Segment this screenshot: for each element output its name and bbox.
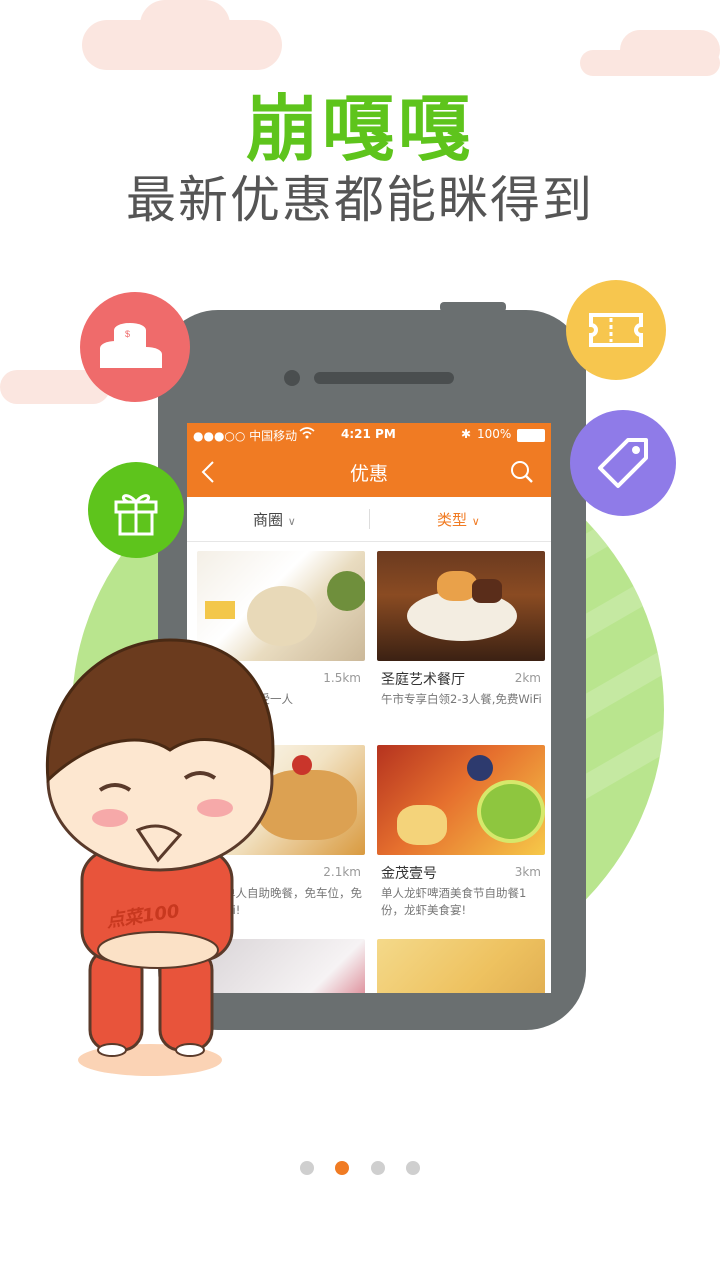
deal-photo: [377, 551, 545, 661]
deal-description: 午市专享白领2-3人餐,免费WiFi: [381, 692, 542, 706]
deal-distance: 3km: [514, 865, 541, 879]
svg-text:$: $: [125, 329, 130, 339]
search-icon[interactable]: [509, 459, 535, 485]
chevron-down-icon: ∨: [471, 515, 480, 528]
deal-name: 圣庭艺术餐厅: [381, 672, 465, 688]
page-title: 优惠: [349, 463, 388, 485]
deal-distance: 2.1km: [323, 865, 361, 879]
deal-photo: [377, 939, 545, 993]
page-dot[interactable]: [405, 1161, 420, 1175]
filter-type-label: 类型: [437, 511, 468, 529]
deal-card[interactable]: 圣庭艺术餐厅 2km 午市专享白领2-3人餐,免费WiFi: [377, 551, 545, 737]
deal-card[interactable]: [377, 939, 545, 993]
phone-camera: [284, 370, 300, 386]
clock: 4:21 PM: [341, 427, 396, 441]
filter-divider: [369, 509, 370, 529]
price-tag-icon: [570, 410, 676, 516]
gift-icon: [88, 462, 184, 558]
deal-distance: 1.5km: [323, 671, 361, 685]
deal-name: 金茂壹号: [381, 866, 437, 882]
mascot-illustration: 点菜100: [20, 630, 290, 1080]
deal-photo: [377, 745, 545, 855]
phone-speaker: [314, 372, 454, 384]
filter-district[interactable]: 商圈 ∨: [253, 509, 296, 530]
phone-power-button: [440, 302, 506, 312]
page-dot-active[interactable]: [335, 1161, 350, 1175]
page-dot[interactable]: [300, 1161, 315, 1175]
bluetooth-icon: ✱: [461, 427, 472, 441]
chevron-down-icon: ∨: [287, 515, 296, 528]
deal-distance: 2km: [514, 671, 541, 685]
filter-bar: 商圈 ∨ 类型 ∨: [187, 497, 551, 542]
battery-percent: 100%: [477, 427, 512, 441]
status-bar: ●●●○○ 中国移动 4:21 PM ✱ 100%: [187, 423, 551, 447]
page-indicator: [0, 1160, 720, 1175]
subheadline: 最新优惠都能眯得到: [126, 171, 594, 229]
ticket-icon: [566, 280, 666, 380]
coins-icon: $: [80, 292, 190, 402]
deal-description: 单人龙虾啤酒美食节自助餐1份，龙虾美食宴!: [381, 886, 527, 917]
wifi-icon: [299, 427, 315, 442]
filter-type[interactable]: 类型 ∨: [437, 509, 480, 530]
battery-icon: [517, 429, 545, 442]
carrier-label: ●●●○○ 中国移动: [193, 429, 298, 443]
nav-bar: 优惠: [187, 447, 551, 497]
cloud-decoration: [140, 0, 230, 50]
filter-district-label: 商圈: [253, 511, 284, 529]
page-dot[interactable]: [370, 1161, 385, 1175]
deal-card[interactable]: 金茂壹号 3km 单人龙虾啤酒美食节自助餐1份，龙虾美食宴!: [377, 745, 545, 931]
cloud-decoration: [620, 30, 720, 70]
